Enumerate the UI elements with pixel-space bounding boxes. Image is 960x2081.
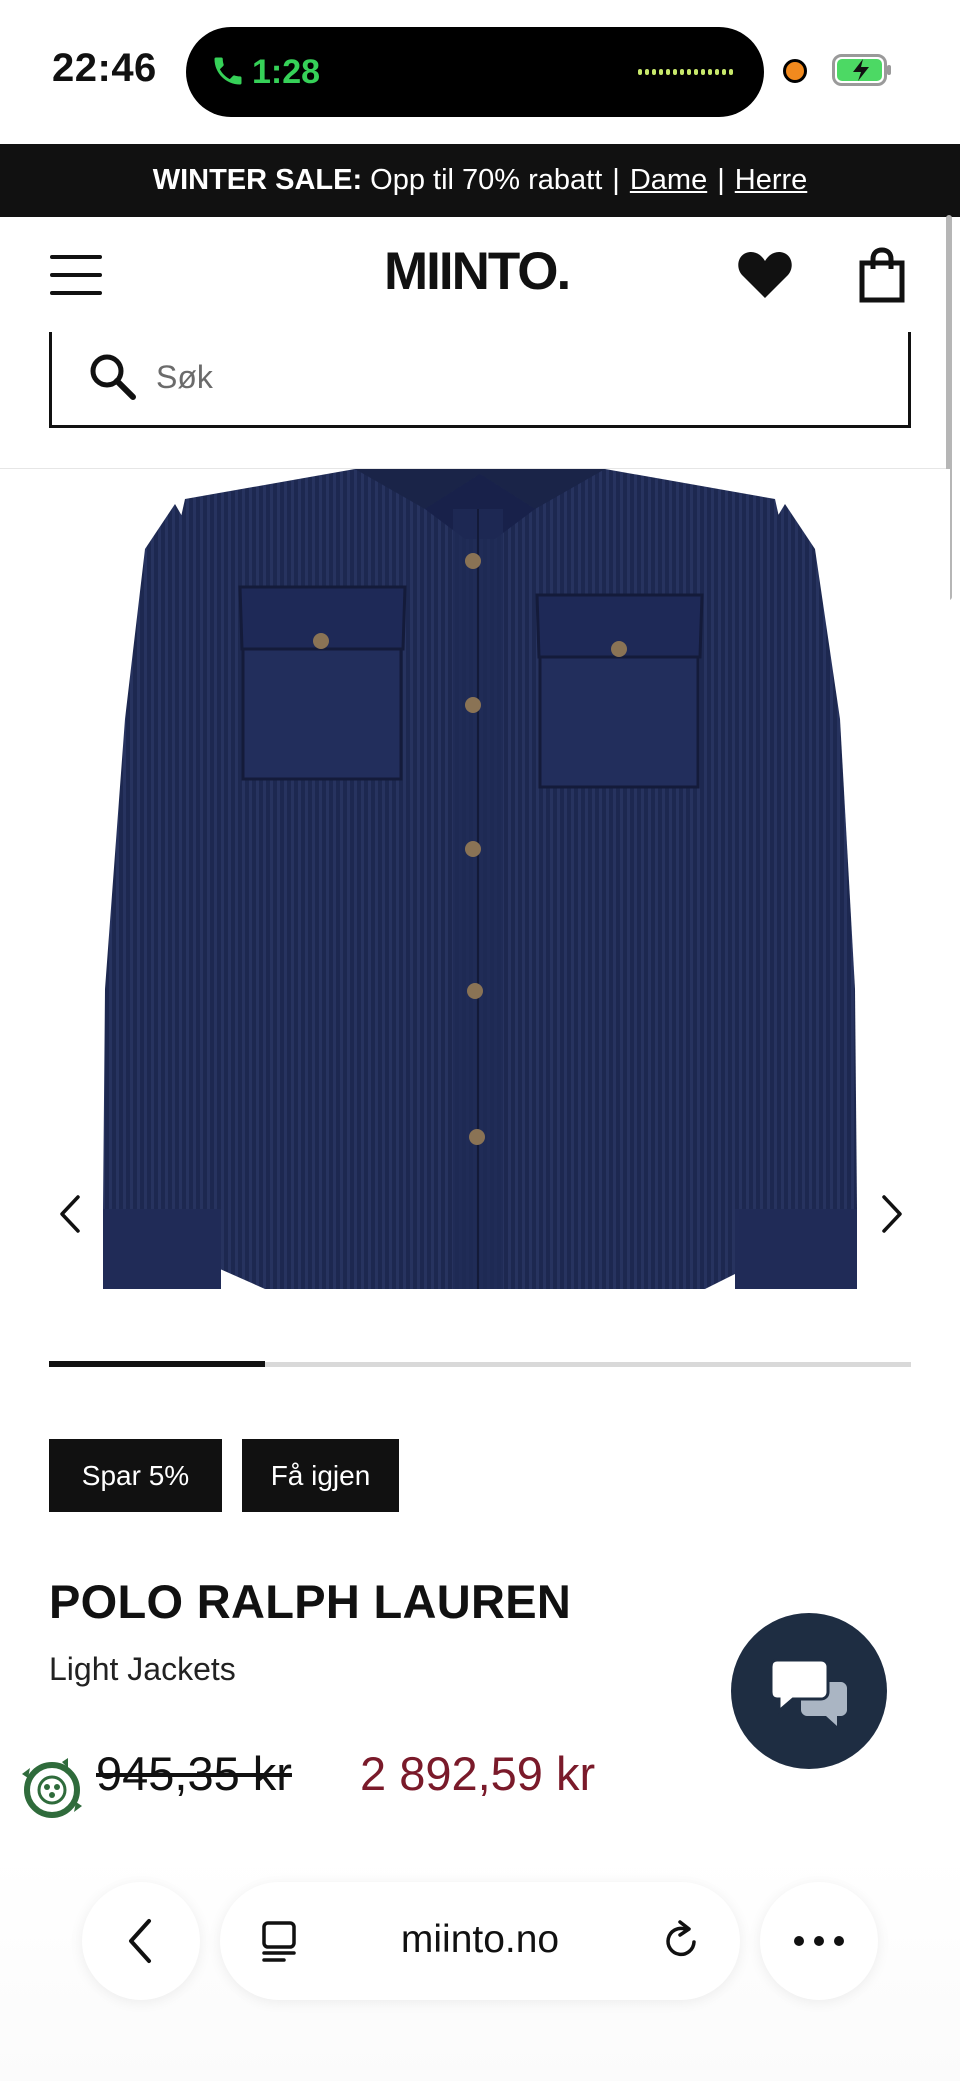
- browser-toolbar: miinto.no: [0, 1852, 960, 2081]
- link-men[interactable]: Herre: [735, 164, 808, 197]
- chevron-right-icon[interactable]: [874, 1189, 910, 1239]
- mic-indicator-icon: [783, 59, 807, 83]
- shopping-bag-icon[interactable]: [858, 247, 906, 303]
- heart-icon[interactable]: [737, 250, 793, 300]
- sale-price: 2 892,59 kr: [360, 1747, 596, 1800]
- search-bar[interactable]: [49, 332, 911, 428]
- phone-icon: [214, 57, 242, 85]
- gallery-progress-bar: [49, 1361, 911, 1367]
- chevron-left-icon[interactable]: [52, 1189, 88, 1239]
- site-logo[interactable]: MIINTO.: [384, 241, 571, 302]
- call-duration: 1:28: [252, 53, 321, 91]
- product-image[interactable]: [95, 469, 865, 1299]
- product-brand[interactable]: POLO RALPH LAUREN: [49, 1574, 571, 1629]
- site-header: MIINTO.: [0, 217, 950, 332]
- search-input[interactable]: [156, 352, 856, 402]
- browser-back-button[interactable]: [82, 1882, 200, 2000]
- chat-support-button[interactable]: [731, 1613, 887, 1769]
- search-icon: [90, 354, 136, 400]
- sale-prefix: WINTER SALE:: [152, 164, 363, 196]
- original-price: 945,35 kr: [96, 1747, 292, 1800]
- dynamic-island[interactable]: 1:28: [186, 27, 764, 117]
- sale-text: Opp til 70% rabatt: [370, 164, 603, 196]
- address-bar[interactable]: miinto.no: [220, 1882, 740, 2000]
- status-time: 22:46: [52, 46, 157, 90]
- link-women[interactable]: Dame: [630, 164, 707, 197]
- resale-badge: Få igjen: [242, 1439, 399, 1512]
- separator: |: [612, 164, 620, 196]
- status-bar: 22:46 1:28: [0, 0, 960, 144]
- chat-bubbles-icon: [771, 1658, 847, 1726]
- recycle-icon[interactable]: [18, 1756, 86, 1824]
- separator: |: [717, 164, 725, 196]
- battery-charging-icon: [832, 54, 891, 86]
- announcement-bar: WINTER SALE: Opp til 70% rabatt | Dame |…: [0, 144, 960, 217]
- chevron-left-icon: [129, 1919, 151, 1963]
- browser-more-button[interactable]: [760, 1882, 878, 2000]
- hamburger-menu-icon[interactable]: [50, 255, 102, 295]
- gallery-progress-fill: [49, 1361, 265, 1367]
- product-category: Light Jackets: [49, 1651, 236, 1687]
- reload-icon[interactable]: [658, 1918, 704, 1964]
- product-image-gallery[interactable]: [0, 469, 950, 1299]
- audio-waveform-icon: [638, 65, 734, 79]
- discount-badge: Spar 5%: [49, 1439, 222, 1512]
- more-dots-icon: [794, 1936, 844, 1946]
